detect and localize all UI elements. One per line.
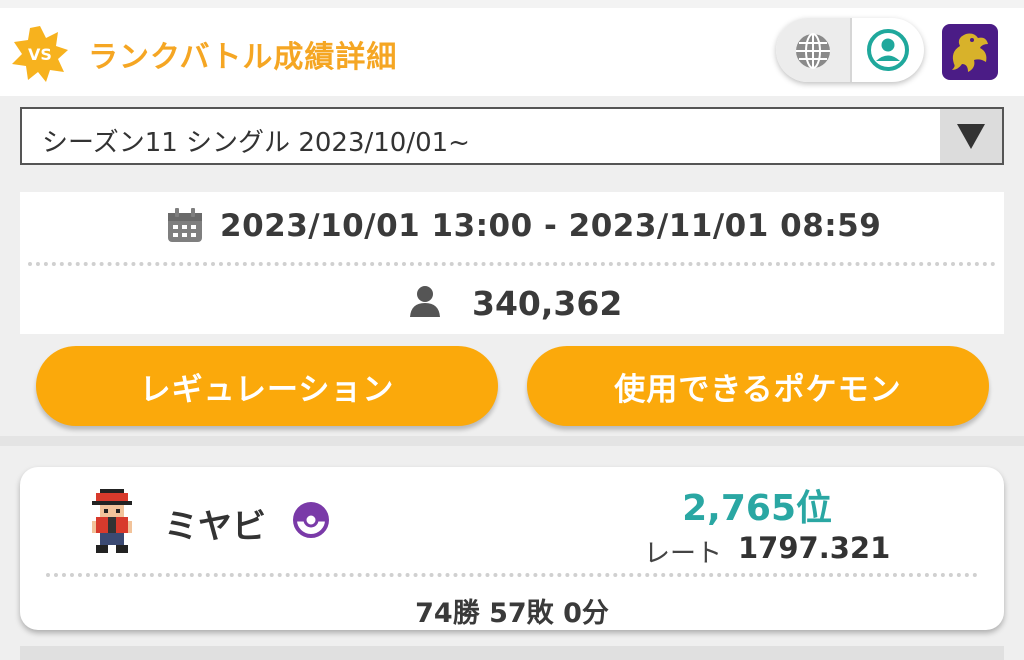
language-account-toggle[interactable] xyxy=(776,18,924,82)
player-count: 340,362 xyxy=(472,284,623,323)
person-icon xyxy=(410,286,440,317)
next-card-edge xyxy=(20,646,1004,660)
season-info-card: 2023/10/01 13:00 - 2023/11/01 08:59 340,… xyxy=(20,192,1004,334)
win-loss-record: 74勝 57敗 0分 xyxy=(415,598,609,629)
dragon-emblem-icon xyxy=(952,33,988,72)
vs-badge-text: VS xyxy=(28,45,52,64)
regulation-button[interactable]: レギュレーション xyxy=(36,346,498,426)
season-period: 2023/10/01 13:00 - 2023/11/01 08:59 xyxy=(220,208,882,244)
master-ball-icon xyxy=(293,502,329,538)
header: VS ランクバトル成績詳細 xyxy=(0,8,1024,96)
regulation-button-label: レギュレーション xyxy=(139,371,395,408)
trainer-result-card[interactable]: ミヤビ 2,765位 レート 1797.321 74勝 57敗 0分 xyxy=(20,467,1004,630)
toggle-divider xyxy=(850,18,852,82)
rank-value: 2,765位 xyxy=(682,488,832,529)
season-select-value: シーズン11 シングル 2023/10/01~ xyxy=(42,128,470,158)
rate-value: 1797.321 xyxy=(738,531,891,565)
top-strip xyxy=(0,0,1024,8)
globe-icon xyxy=(796,33,830,69)
usable-pokemon-button-label: 使用できるポケモン xyxy=(614,371,902,408)
rate-label: レート xyxy=(644,539,723,569)
trainer-sprite-icon xyxy=(92,489,132,553)
trainer-name: ミヤビ xyxy=(164,507,266,547)
vs-badge-icon: VS xyxy=(12,26,68,82)
dotted-divider xyxy=(28,262,996,266)
triangle-down-icon xyxy=(957,124,985,149)
section-separator xyxy=(0,436,1024,446)
app-icon[interactable] xyxy=(942,24,998,80)
calendar-icon xyxy=(168,208,202,242)
usable-pokemon-button[interactable]: 使用できるポケモン xyxy=(527,346,989,426)
page-title: ランクバトル成績詳細 xyxy=(88,40,398,75)
dropdown-arrow-button[interactable] xyxy=(940,109,1002,163)
season-select[interactable]: シーズン11 シングル 2023/10/01~ xyxy=(20,107,1004,165)
account-icon[interactable] xyxy=(866,28,910,72)
dotted-divider xyxy=(46,573,978,577)
